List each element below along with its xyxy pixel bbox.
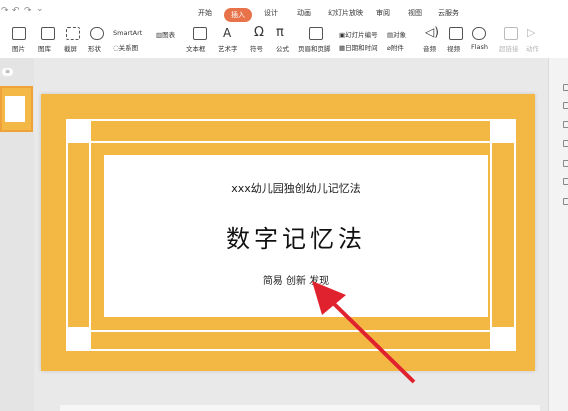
arrow-shaft — [324, 294, 416, 384]
annotation-arrow — [312, 281, 416, 384]
